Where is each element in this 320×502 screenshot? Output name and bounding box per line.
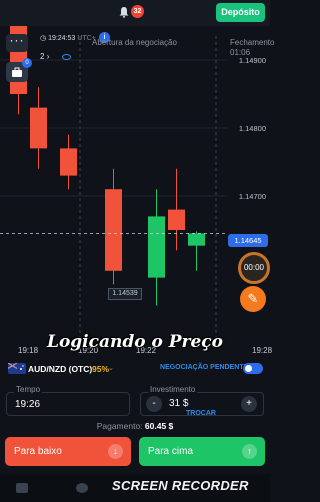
asset-selector-row: AUD/NZD (OTC) 95% ⌄ NEGOCIAÇÃO PENDENTE	[0, 360, 270, 378]
price-axis-label: 1.14800	[238, 124, 266, 133]
payout-value: 60.45 $	[144, 421, 174, 431]
candle-body	[148, 216, 165, 278]
screen-recorder-watermark: SCREEN RECORDER	[112, 478, 249, 493]
switch-currency-link[interactable]: TROCAR	[186, 410, 216, 417]
eye-icon[interactable]	[62, 54, 71, 60]
pending-trade-toggle[interactable]	[243, 363, 263, 374]
investment-value: 31 $	[169, 398, 189, 409]
trades-count-badge: 0	[22, 58, 32, 68]
countdown-timer: 00:00	[238, 252, 270, 284]
price-axis-label: 1.14900	[238, 56, 266, 65]
arrow-up-icon: ↑	[242, 444, 257, 459]
candle-body	[105, 189, 122, 271]
price-axis-label: 1.14700	[238, 192, 266, 201]
paint-brush-icon[interactable]: ✎	[240, 286, 266, 312]
chevron-down-icon[interactable]: ⌄	[108, 364, 114, 372]
aud-nzd-flag-icon	[8, 363, 26, 374]
open-trades-count: 2 ›	[40, 52, 50, 61]
close-marker-label: Fechamento 01:06	[230, 38, 275, 57]
open-marker-label: Abertura da negociação	[92, 38, 177, 47]
buy-up-button[interactable]: Para cima ↑	[139, 437, 265, 466]
asset-payout: 95%	[92, 364, 110, 374]
top-bar: 32 Depósito	[0, 0, 270, 26]
candle-body	[60, 148, 77, 176]
price-chart[interactable]	[0, 26, 270, 356]
video-caption: Logicando o Preço	[46, 332, 223, 352]
deposit-button[interactable]: Depósito	[216, 3, 265, 22]
help-icon[interactable]	[76, 483, 88, 493]
chevron-right-icon: ›	[46, 52, 50, 61]
time-field-label: Tempo	[14, 385, 43, 394]
clock-icon: ◷	[40, 35, 49, 42]
low-price-label: 1.14539	[108, 288, 142, 300]
candle-body	[168, 209, 185, 230]
menu-button[interactable]: ···	[6, 34, 28, 52]
pending-trade-label: NEGOCIAÇÃO PENDENTE	[160, 364, 249, 371]
notification-badge: 32	[131, 5, 144, 18]
server-time: ◷ 19:24:53 UTC+	[40, 35, 96, 42]
bell-icon[interactable]	[118, 6, 130, 18]
image-icon[interactable]	[16, 483, 28, 493]
increase-investment-button[interactable]: +	[241, 396, 257, 412]
decrease-investment-button[interactable]: -	[146, 396, 162, 412]
payout-amount: Pagamento: 60.45 $	[96, 421, 174, 431]
time-field[interactable]: 19:26	[6, 392, 130, 416]
candle-body	[30, 107, 47, 149]
sell-down-button[interactable]: Para baixo ↓	[5, 437, 131, 466]
investment-field-label: Investimento	[148, 385, 198, 394]
candle-body	[188, 233, 205, 246]
asset-name[interactable]: AUD/NZD (OTC)	[28, 364, 92, 374]
current-price-tag: 1.14645	[228, 234, 268, 247]
arrow-down-icon: ↓	[108, 444, 123, 459]
candlestick-chart[interactable]	[0, 26, 270, 356]
time-value: 19:26	[15, 399, 41, 410]
